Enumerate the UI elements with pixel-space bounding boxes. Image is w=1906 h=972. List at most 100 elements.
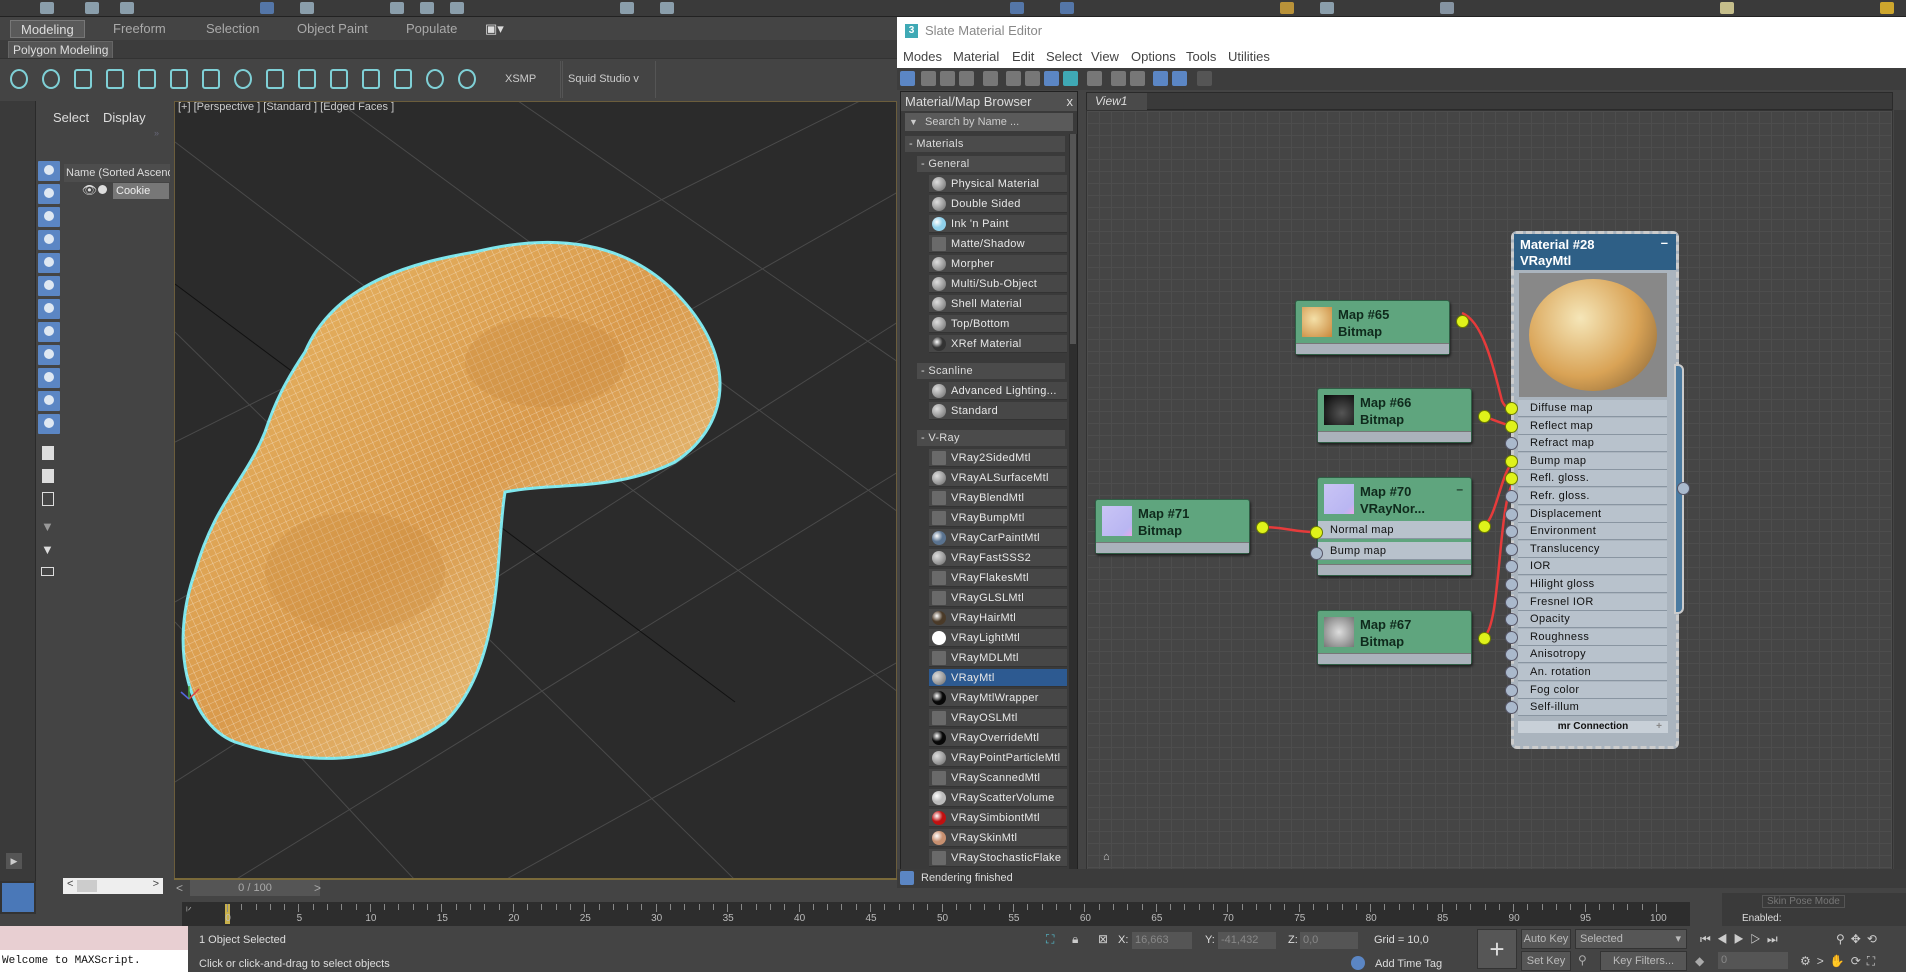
browser-item[interactable]: VRayScannedMtl bbox=[929, 769, 1067, 787]
material-slot-socket[interactable] bbox=[1505, 648, 1518, 662]
map65-output-socket[interactable] bbox=[1456, 315, 1469, 328]
browser-item[interactable]: Standard bbox=[929, 402, 1067, 420]
pick-material-icon[interactable] bbox=[921, 71, 936, 86]
isolate-icon[interactable]: ⛶ bbox=[1046, 932, 1054, 947]
map67-output-socket[interactable] bbox=[1478, 632, 1491, 645]
browser-item[interactable]: VRaySimbiontMtl bbox=[929, 809, 1067, 827]
time-slider-thumb[interactable]: 0 / 100 bbox=[190, 880, 320, 896]
material-slot-socket[interactable] bbox=[1505, 437, 1518, 451]
cookie-mesh[interactable] bbox=[181, 240, 722, 760]
move-children-icon[interactable] bbox=[1006, 71, 1021, 86]
x-coordinate-field[interactable]: 16,663 bbox=[1132, 932, 1192, 949]
ribbon-options-icon[interactable]: ▣▾ bbox=[485, 20, 504, 38]
tab-select[interactable]: Select bbox=[53, 110, 89, 125]
material-slot-socket[interactable] bbox=[1505, 701, 1518, 715]
name-column-header[interactable]: Name (Sorted Ascending) bbox=[64, 164, 170, 182]
node-map67[interactable]: Map #67 Bitmap bbox=[1317, 610, 1491, 665]
delete-icon[interactable] bbox=[983, 71, 998, 86]
tab-object-paint[interactable]: Object Paint bbox=[297, 20, 368, 38]
material-slot-socket[interactable] bbox=[1505, 595, 1518, 609]
render-frame-icon[interactable] bbox=[1320, 2, 1334, 14]
time-slider[interactable]: < 0 / 100 > bbox=[174, 878, 897, 897]
viewport-label[interactable]: [+] [Perspective ] [Standard ] [Edged Fa… bbox=[178, 102, 394, 113]
browser-item[interactable]: VRayOSLMtl bbox=[929, 709, 1067, 727]
mr-connection-rollout[interactable]: mr Connection + bbox=[1518, 721, 1668, 733]
put-to-scene-icon[interactable] bbox=[940, 71, 955, 86]
refresh-icon[interactable] bbox=[234, 69, 252, 89]
window-icon[interactable] bbox=[394, 69, 412, 89]
group-header[interactable]: - Scanline bbox=[917, 363, 1065, 379]
node-map65[interactable]: Map #65 Bitmap bbox=[1295, 300, 1469, 355]
filter-settings-icon[interactable]: ▼ bbox=[41, 519, 54, 534]
browser-item[interactable]: XRef Material bbox=[929, 335, 1067, 353]
viewport-nav-controls[interactable]: ⚲✥⟲ bbox=[1836, 932, 1883, 946]
perspective-viewport[interactable]: [+] [Perspective ] [Standard ] [Edged Fa… bbox=[174, 101, 897, 879]
layer-icon[interactable] bbox=[1010, 2, 1024, 14]
angle-snap-icon[interactable] bbox=[660, 2, 674, 14]
browser-item[interactable]: Advanced Lighting... bbox=[929, 382, 1067, 400]
node-map70[interactable]: Map #70 VRayNor... – Normal map Bump map bbox=[1310, 477, 1491, 576]
parameter-editor-toggle-icon[interactable] bbox=[1172, 71, 1187, 86]
prev-frame-button[interactable]: < bbox=[176, 881, 183, 895]
sample-uv-icon[interactable] bbox=[1087, 71, 1102, 86]
scale-icon[interactable] bbox=[450, 2, 464, 14]
camera-icon[interactable] bbox=[74, 69, 92, 89]
shapes-filter-icon[interactable] bbox=[38, 184, 60, 204]
tree-icon[interactable] bbox=[170, 69, 188, 89]
geometry-filter-icon[interactable] bbox=[38, 161, 60, 181]
material-slot-socket[interactable] bbox=[1505, 507, 1518, 521]
map70-bump-input-socket[interactable] bbox=[1310, 547, 1323, 560]
browser-search-input[interactable]: ▼ Search by Name ... bbox=[905, 113, 1073, 131]
map66-output-socket[interactable] bbox=[1478, 410, 1491, 423]
material-slot-socket[interactable] bbox=[1505, 613, 1518, 627]
select-by-material-icon[interactable] bbox=[1197, 71, 1212, 86]
material-slot-socket[interactable] bbox=[1505, 472, 1518, 486]
browser-item[interactable]: Physical Material bbox=[929, 175, 1067, 193]
layer-manager-icon[interactable] bbox=[41, 567, 54, 576]
node-map66[interactable]: Map #66 Bitmap bbox=[1317, 388, 1491, 443]
move-icon[interactable] bbox=[390, 2, 404, 14]
navigator-icon[interactable]: ⌂ bbox=[1103, 851, 1117, 865]
squid-studio-button[interactable]: Squid Studio v bbox=[568, 73, 639, 85]
browser-item[interactable]: VRay2SidedMtl bbox=[929, 449, 1067, 467]
browser-item[interactable]: VRayOverrideMtl bbox=[929, 729, 1067, 747]
z-coordinate-field[interactable]: 0,0 bbox=[1300, 932, 1358, 949]
square-icon[interactable] bbox=[42, 469, 54, 483]
material-browser-toggle-icon[interactable] bbox=[1153, 71, 1168, 86]
material-slot-socket[interactable] bbox=[1505, 490, 1518, 503]
browser-item[interactable]: VRayLightMtl bbox=[929, 629, 1067, 647]
expand-icon[interactable]: ▶ bbox=[6, 853, 22, 869]
list-icon[interactable] bbox=[138, 69, 156, 89]
lights-filter-icon[interactable] bbox=[38, 207, 60, 227]
visibility-eye-icon[interactable]: 👁 bbox=[82, 183, 97, 197]
filter-icon[interactable]: ▼ bbox=[41, 542, 54, 557]
material-slot-socket[interactable] bbox=[1505, 419, 1518, 433]
teapot-icon[interactable] bbox=[426, 69, 444, 89]
list-icon[interactable] bbox=[42, 446, 54, 460]
tab-populate[interactable]: Populate bbox=[406, 20, 457, 38]
material-slot-socket[interactable] bbox=[1505, 454, 1518, 468]
xrefs-filter-icon[interactable] bbox=[38, 322, 60, 342]
browser-item[interactable]: Shell Material bbox=[929, 295, 1067, 313]
browser-item[interactable]: VRayStochasticFlake bbox=[929, 849, 1067, 867]
snap-icon[interactable] bbox=[620, 2, 634, 14]
key-mode-dropdown[interactable]: Selected ▾ bbox=[1575, 929, 1687, 949]
skin-pose-mode-button[interactable]: Skin Pose Mode bbox=[1762, 895, 1845, 908]
show-map-icon[interactable] bbox=[1044, 71, 1059, 86]
slate-editor-icon[interactable] bbox=[1060, 2, 1074, 14]
tab-view1[interactable]: View1 bbox=[1087, 93, 1147, 110]
material-icon[interactable] bbox=[266, 69, 284, 89]
containers-filter-icon[interactable] bbox=[38, 368, 60, 388]
lay-out-all-icon[interactable] bbox=[1111, 71, 1126, 86]
helpers-filter-icon[interactable] bbox=[38, 253, 60, 273]
node-map71[interactable]: Map #71 Bitmap bbox=[1095, 499, 1269, 554]
assign-material-icon[interactable] bbox=[959, 71, 974, 86]
browser-item[interactable]: Double Sided bbox=[929, 195, 1067, 213]
next-frame-button[interactable]: > bbox=[314, 881, 321, 895]
camera-add-icon[interactable] bbox=[362, 69, 380, 89]
polygon-modeling-button[interactable]: Polygon Modeling bbox=[8, 41, 114, 59]
browser-item[interactable]: Morpher bbox=[929, 255, 1067, 273]
expand-chevron-icon[interactable]: » bbox=[154, 128, 159, 138]
material-slot-socket[interactable] bbox=[1505, 560, 1518, 574]
browser-item[interactable]: VRayMtl bbox=[929, 669, 1067, 687]
